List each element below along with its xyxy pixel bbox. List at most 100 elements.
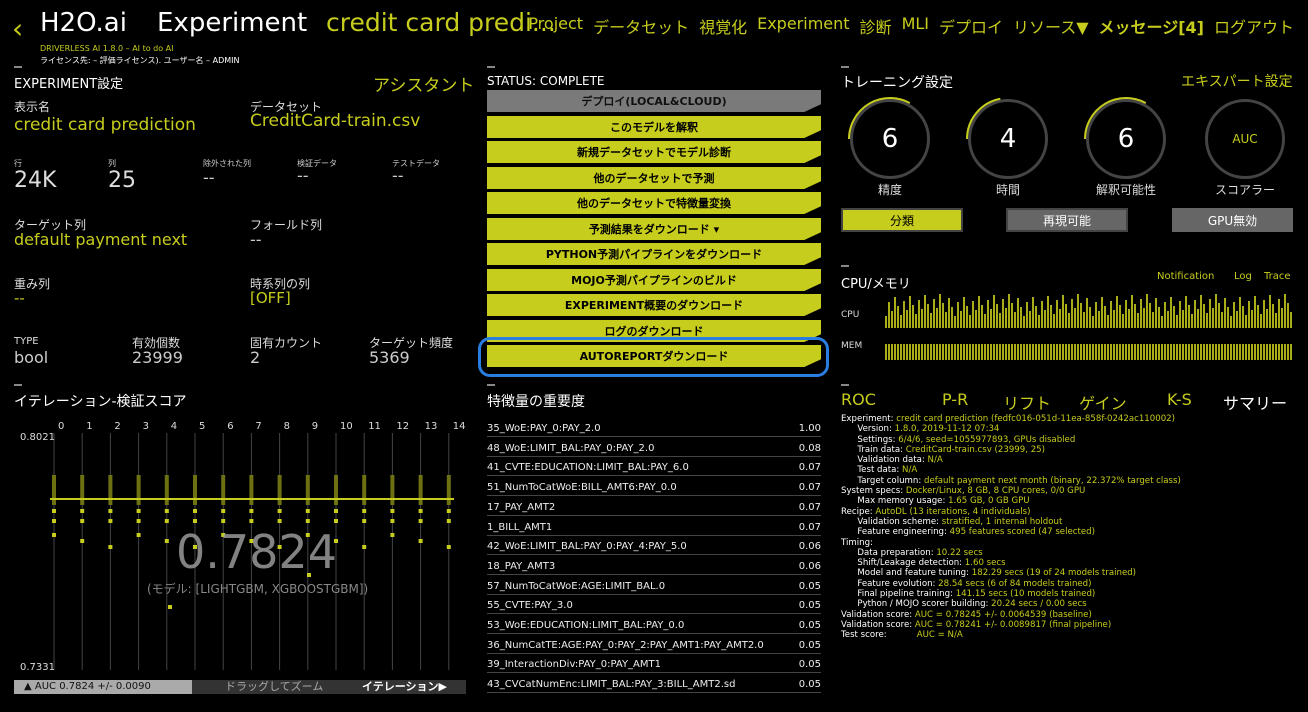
cpu-bar xyxy=(1098,311,1100,328)
nav-project[interactable]: Project xyxy=(528,14,583,38)
time-dial[interactable]: 4 xyxy=(968,99,1048,179)
deploy-button[interactable]: デプロイ(LOCAL&CLOUD) xyxy=(487,90,821,112)
tab-gain[interactable]: ゲイン xyxy=(1079,390,1127,414)
brand-logo[interactable]: H2O.ai xyxy=(40,8,127,38)
feature-row[interactable]: 17_PAY_AMT2 0.07 xyxy=(487,497,821,516)
cpu-bar xyxy=(1047,296,1049,328)
validation-value[interactable]: -- xyxy=(297,166,309,185)
mem-bar xyxy=(1215,344,1217,360)
mem-bar xyxy=(1020,344,1022,360)
feature-importance-value: 0.05 xyxy=(798,659,821,671)
feature-name: 35_WoE:PAY_0:PAY_2.0 xyxy=(487,423,601,434)
classification-toggle[interactable]: 分類 xyxy=(841,208,963,232)
iteration-toggle[interactable]: イテレーション▶ xyxy=(362,680,447,694)
interpretability-dial[interactable]: 6 xyxy=(1086,99,1166,179)
nav-visualize[interactable]: 視覚化 xyxy=(699,14,747,38)
display-name-value[interactable]: credit card prediction xyxy=(14,115,196,135)
back-icon[interactable]: ‹ xyxy=(12,12,23,45)
cpu-bar xyxy=(930,313,932,328)
excluded-value[interactable]: -- xyxy=(203,168,215,187)
iteration-point xyxy=(108,509,113,513)
build-mojo-pipeline-button[interactable]: MOJO予測パイプラインのビルド xyxy=(487,269,821,291)
log-link[interactable]: Log xyxy=(1234,271,1252,282)
feature-row[interactable]: 35_WoE:PAY_0:PAY_2.0 1.00 xyxy=(487,418,821,437)
cpu-bar xyxy=(1233,302,1235,328)
mem-bar xyxy=(1005,344,1007,360)
cpu-bar xyxy=(1029,311,1031,328)
download-python-pipeline-button[interactable]: PYTHON予測パイプラインをダウンロード xyxy=(487,243,821,265)
feature-row[interactable]: 36_NumCatTE:AGE:PAY_0:PAY_2:PAY_AMT1:PAY… xyxy=(487,635,821,654)
weight-value[interactable]: -- xyxy=(14,289,25,307)
feature-name: 57_NumToCatWoE:AGE:LIMIT_BAL.0 xyxy=(487,580,666,592)
summary-value: AUC = 0.78241 +/- 0.0089817 (final pipel… xyxy=(914,619,1112,630)
test-value[interactable]: -- xyxy=(392,166,404,185)
feature-row[interactable]: 57_NumToCatWoE:AGE:LIMIT_BAL.0 0.05 xyxy=(487,576,821,595)
download-predictions-button[interactable]: 予測結果をダウンロード ▾ xyxy=(487,218,821,240)
reproducible-toggle[interactable]: 再現可能 xyxy=(1006,208,1128,232)
feature-row[interactable]: 42_WoE:LIMIT_BAL:PAY_0:PAY_4:PAY_5.0 0.06 xyxy=(487,536,821,556)
iteration-point xyxy=(52,533,56,537)
cpu-bar xyxy=(894,297,896,328)
iteration-bar xyxy=(446,475,451,505)
nav-datasets[interactable]: データセット xyxy=(593,14,689,38)
mem-bar xyxy=(1161,344,1163,360)
diagnose-model-button[interactable]: 新規データセットでモデル診断 xyxy=(487,141,821,163)
accuracy-label: 精度 xyxy=(877,183,902,197)
feature-row[interactable]: 53_WoE:EDUCATION:LIMIT_BAL:PAY_0.0 0.05 xyxy=(487,615,821,634)
iteration-tick-label: 13 xyxy=(425,421,438,432)
transform-features-button[interactable]: 他のデータセットで特徴量変換 xyxy=(487,192,821,214)
mem-bar xyxy=(978,344,980,360)
download-summary-button[interactable]: EXPERIMENT概要のダウンロード xyxy=(487,294,821,316)
feature-row[interactable]: 39_InteractionDiv:PAY_0:PAY_AMT1 0.05 xyxy=(487,654,821,674)
tab-summary[interactable]: サマリー xyxy=(1223,390,1287,414)
tab-ks[interactable]: K-S xyxy=(1167,390,1192,409)
cpu-bar xyxy=(1083,312,1085,328)
cpu-bar xyxy=(1056,300,1058,328)
feature-importance-value: 0.05 xyxy=(798,620,821,631)
iteration-bar xyxy=(193,475,197,505)
trace-link[interactable]: Trace xyxy=(1264,271,1291,282)
tab-pr[interactable]: P-R xyxy=(942,390,968,409)
feature-row[interactable]: 51_NumToCatWoE:BILL_AMT6:PAY_0.0 0.07 xyxy=(487,477,821,497)
dataset-value[interactable]: CreditCard-train.csv xyxy=(250,111,420,131)
tab-roc[interactable]: ROC xyxy=(841,390,876,409)
feature-row[interactable]: 41_CVTE:EDUCATION:LIMIT_BAL:PAY_6.0 0.07 xyxy=(487,457,821,477)
iteration-bar xyxy=(164,475,169,505)
mem-bar xyxy=(1245,344,1247,360)
mem-bar xyxy=(1152,344,1154,360)
interpret-model-button[interactable]: このモデルを解釈 xyxy=(487,116,821,138)
expert-settings-link[interactable]: エキスパート設定 xyxy=(1181,71,1293,91)
nav-experiment[interactable]: Experiment xyxy=(757,14,849,38)
time-value[interactable]: [OFF] xyxy=(250,289,291,307)
fold-value[interactable]: -- xyxy=(250,230,262,249)
notification-link[interactable]: Notification xyxy=(1157,271,1214,282)
summary-key: Validation data: xyxy=(841,455,928,466)
feature-row[interactable]: 43_CVCatNumEnc:LIMIT_BAL:PAY_3:BILL_AMT2… xyxy=(487,674,821,694)
predict-other-dataset-button[interactable]: 他のデータセットで予測 xyxy=(487,167,821,189)
feature-row[interactable]: 55_CVTE:PAY_3.0 0.05 xyxy=(487,595,821,615)
nav-diagnostics[interactable]: 診断 xyxy=(860,14,892,38)
nav-deploy[interactable]: デプロイ xyxy=(939,14,1003,38)
mem-bar xyxy=(1269,344,1271,360)
nav-logout[interactable]: ログアウト xyxy=(1214,14,1294,38)
feature-row[interactable]: 18_PAY_AMT3 0.06 xyxy=(487,556,821,575)
mem-bar xyxy=(1050,344,1052,360)
scorer-dial[interactable]: AUC xyxy=(1205,99,1285,179)
nav-messages[interactable]: メッセージ[4] xyxy=(1099,14,1204,38)
assistant-link[interactable]: アシスタント xyxy=(373,71,474,96)
feature-row[interactable]: 48_WoE:LIMIT_BAL:PAY_0:PAY_2.0 0.08 xyxy=(487,438,821,457)
iteration-point xyxy=(221,509,226,513)
gpu-toggle[interactable]: GPU無効 xyxy=(1172,208,1293,232)
summary-key: Train data: xyxy=(841,444,906,455)
nav-resources[interactable]: リソース▼ xyxy=(1013,14,1089,38)
accuracy-dial[interactable]: 6 xyxy=(850,99,930,179)
tab-lift[interactable]: リフト xyxy=(1003,390,1051,414)
target-value[interactable]: default payment next xyxy=(14,230,187,249)
nav-mli[interactable]: MLI xyxy=(902,14,929,38)
mem-bar xyxy=(1056,344,1058,360)
cpu-bar xyxy=(927,304,929,328)
cpu-bar xyxy=(1089,307,1091,328)
mem-bar xyxy=(981,344,983,360)
feature-row[interactable]: 1_BILL_AMT1 0.07 xyxy=(487,517,821,536)
summary-key: Version: xyxy=(841,424,895,435)
